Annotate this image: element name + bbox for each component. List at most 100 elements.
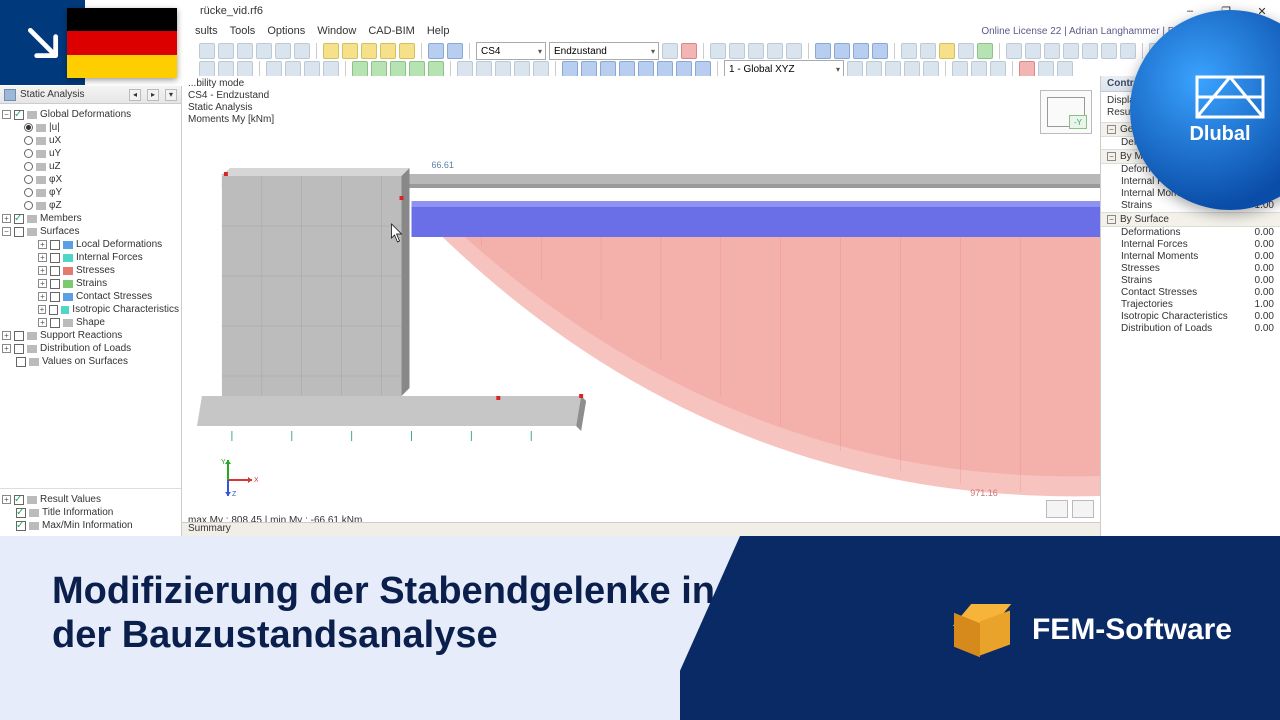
tb-icon[interactable] (834, 43, 850, 59)
tree-phiy[interactable]: φY (49, 186, 62, 199)
checkbox[interactable] (16, 521, 26, 531)
tb-icon[interactable] (294, 43, 310, 59)
tb-icon[interactable] (958, 43, 974, 59)
tree-members[interactable]: Members (40, 212, 82, 225)
tb-icon[interactable] (853, 43, 869, 59)
expand-icon[interactable]: + (38, 279, 47, 288)
tree-maxmin-info[interactable]: Max/Min Information (42, 519, 133, 532)
tree-result-values[interactable]: Result Values (40, 493, 101, 506)
tb-icon[interactable] (199, 61, 215, 77)
tb-icon[interactable] (657, 61, 673, 77)
checkbox[interactable] (50, 266, 60, 276)
tb-icon[interactable] (1038, 61, 1054, 77)
tb-icon[interactable] (371, 61, 387, 77)
tree-title-info[interactable]: Title Information (42, 506, 113, 519)
panel-menu-button[interactable]: ▾ (165, 89, 177, 101)
tree-stresses[interactable]: Stresses (76, 264, 115, 277)
tb-icon[interactable] (399, 43, 415, 59)
tb-icon[interactable] (218, 61, 234, 77)
tb-icon[interactable] (847, 61, 863, 77)
tb-icon[interactable] (710, 43, 726, 59)
radio[interactable] (24, 123, 33, 132)
tb-icon[interactable] (409, 61, 425, 77)
tb-icon[interactable] (533, 61, 549, 77)
tb-icon[interactable] (971, 61, 987, 77)
tree-local-def[interactable]: Local Deformations (76, 238, 162, 251)
checkbox[interactable] (14, 110, 24, 120)
tb-icon[interactable] (977, 43, 993, 59)
tb-icon[interactable] (304, 61, 320, 77)
tb-icon[interactable] (237, 61, 253, 77)
tb-icon[interactable] (748, 43, 764, 59)
tb-icon[interactable] (1082, 43, 1098, 59)
radio[interactable] (24, 175, 33, 184)
tb-icon[interactable] (885, 61, 901, 77)
tb-icon[interactable] (275, 43, 291, 59)
tree-contact-stresses[interactable]: Contact Stresses (76, 290, 152, 303)
radio[interactable] (24, 136, 33, 145)
tb-icon[interactable] (199, 43, 215, 59)
panel-prev-button[interactable]: ◂ (129, 89, 141, 101)
checkbox[interactable] (50, 240, 60, 250)
tb-icon[interactable] (729, 43, 745, 59)
ctrl-row[interactable]: Trajectories1.00 (1101, 299, 1280, 311)
tb-icon[interactable] (342, 43, 358, 59)
tb-icon[interactable] (476, 61, 492, 77)
tb-icon[interactable] (1057, 61, 1073, 77)
expand-icon[interactable]: + (2, 344, 11, 353)
tree-uy[interactable]: uY (49, 147, 61, 160)
checkbox[interactable] (14, 344, 24, 354)
tree-surfaces[interactable]: Surfaces (40, 225, 79, 238)
checkbox[interactable] (16, 357, 26, 367)
tb-icon[interactable] (1019, 61, 1035, 77)
tb-icon[interactable] (428, 61, 444, 77)
tree-isotropic[interactable]: Isotropic Characteristics (72, 303, 179, 316)
radio[interactable] (24, 188, 33, 197)
tb-icon[interactable] (619, 61, 635, 77)
tb-icon[interactable] (495, 61, 511, 77)
checkbox[interactable] (14, 227, 24, 237)
viewport-reset-button[interactable] (1046, 500, 1068, 518)
checkbox[interactable] (50, 253, 60, 263)
tb-icon[interactable] (285, 61, 301, 77)
tb-icon[interactable] (923, 61, 939, 77)
tb-icon[interactable] (562, 61, 578, 77)
menu-cadbim[interactable]: CAD-BIM (368, 25, 414, 37)
tb-icon[interactable] (676, 61, 692, 77)
tree-global-deformations[interactable]: Global Deformations (40, 108, 131, 121)
tb-icon[interactable] (815, 43, 831, 59)
tree-ux[interactable]: uX (49, 134, 61, 147)
expand-icon[interactable]: − (2, 227, 11, 236)
panel-next-button[interactable]: ▸ (147, 89, 159, 101)
tb-icon[interactable] (767, 43, 783, 59)
tree-phiz[interactable]: φZ (49, 199, 62, 212)
tb-icon[interactable] (600, 61, 616, 77)
checkbox[interactable] (14, 331, 24, 341)
menu-results[interactable]: sults (195, 25, 218, 37)
ctrl-row[interactable]: Internal Moments0.00 (1101, 251, 1280, 263)
checkbox[interactable] (14, 214, 24, 224)
tb-icon[interactable] (361, 43, 377, 59)
view-cube-face[interactable]: -Y (1069, 115, 1087, 129)
expand-icon[interactable]: + (38, 253, 47, 262)
tree-phix[interactable]: φX (49, 173, 62, 186)
tb-icon[interactable] (1025, 43, 1041, 59)
tree-shape[interactable]: Shape (76, 316, 105, 329)
tb-icon[interactable] (872, 43, 888, 59)
expand-icon[interactable]: + (38, 240, 47, 249)
viewport-view-button[interactable] (1072, 500, 1094, 518)
expand-icon[interactable]: − (2, 110, 11, 119)
tb-icon[interactable] (218, 43, 234, 59)
expand-icon[interactable]: + (2, 214, 11, 223)
tb-icon[interactable] (638, 61, 654, 77)
tb-icon[interactable] (256, 43, 272, 59)
tb-icon[interactable] (352, 61, 368, 77)
tb-icon[interactable] (323, 43, 339, 59)
tb-icon[interactable] (952, 61, 968, 77)
tb-icon[interactable] (920, 43, 936, 59)
section-by-surface[interactable]: −By Surface (1101, 212, 1280, 227)
menu-help[interactable]: Help (427, 25, 450, 37)
tb-icon[interactable] (695, 61, 711, 77)
expand-icon[interactable]: + (38, 305, 46, 314)
radio[interactable] (24, 201, 33, 210)
